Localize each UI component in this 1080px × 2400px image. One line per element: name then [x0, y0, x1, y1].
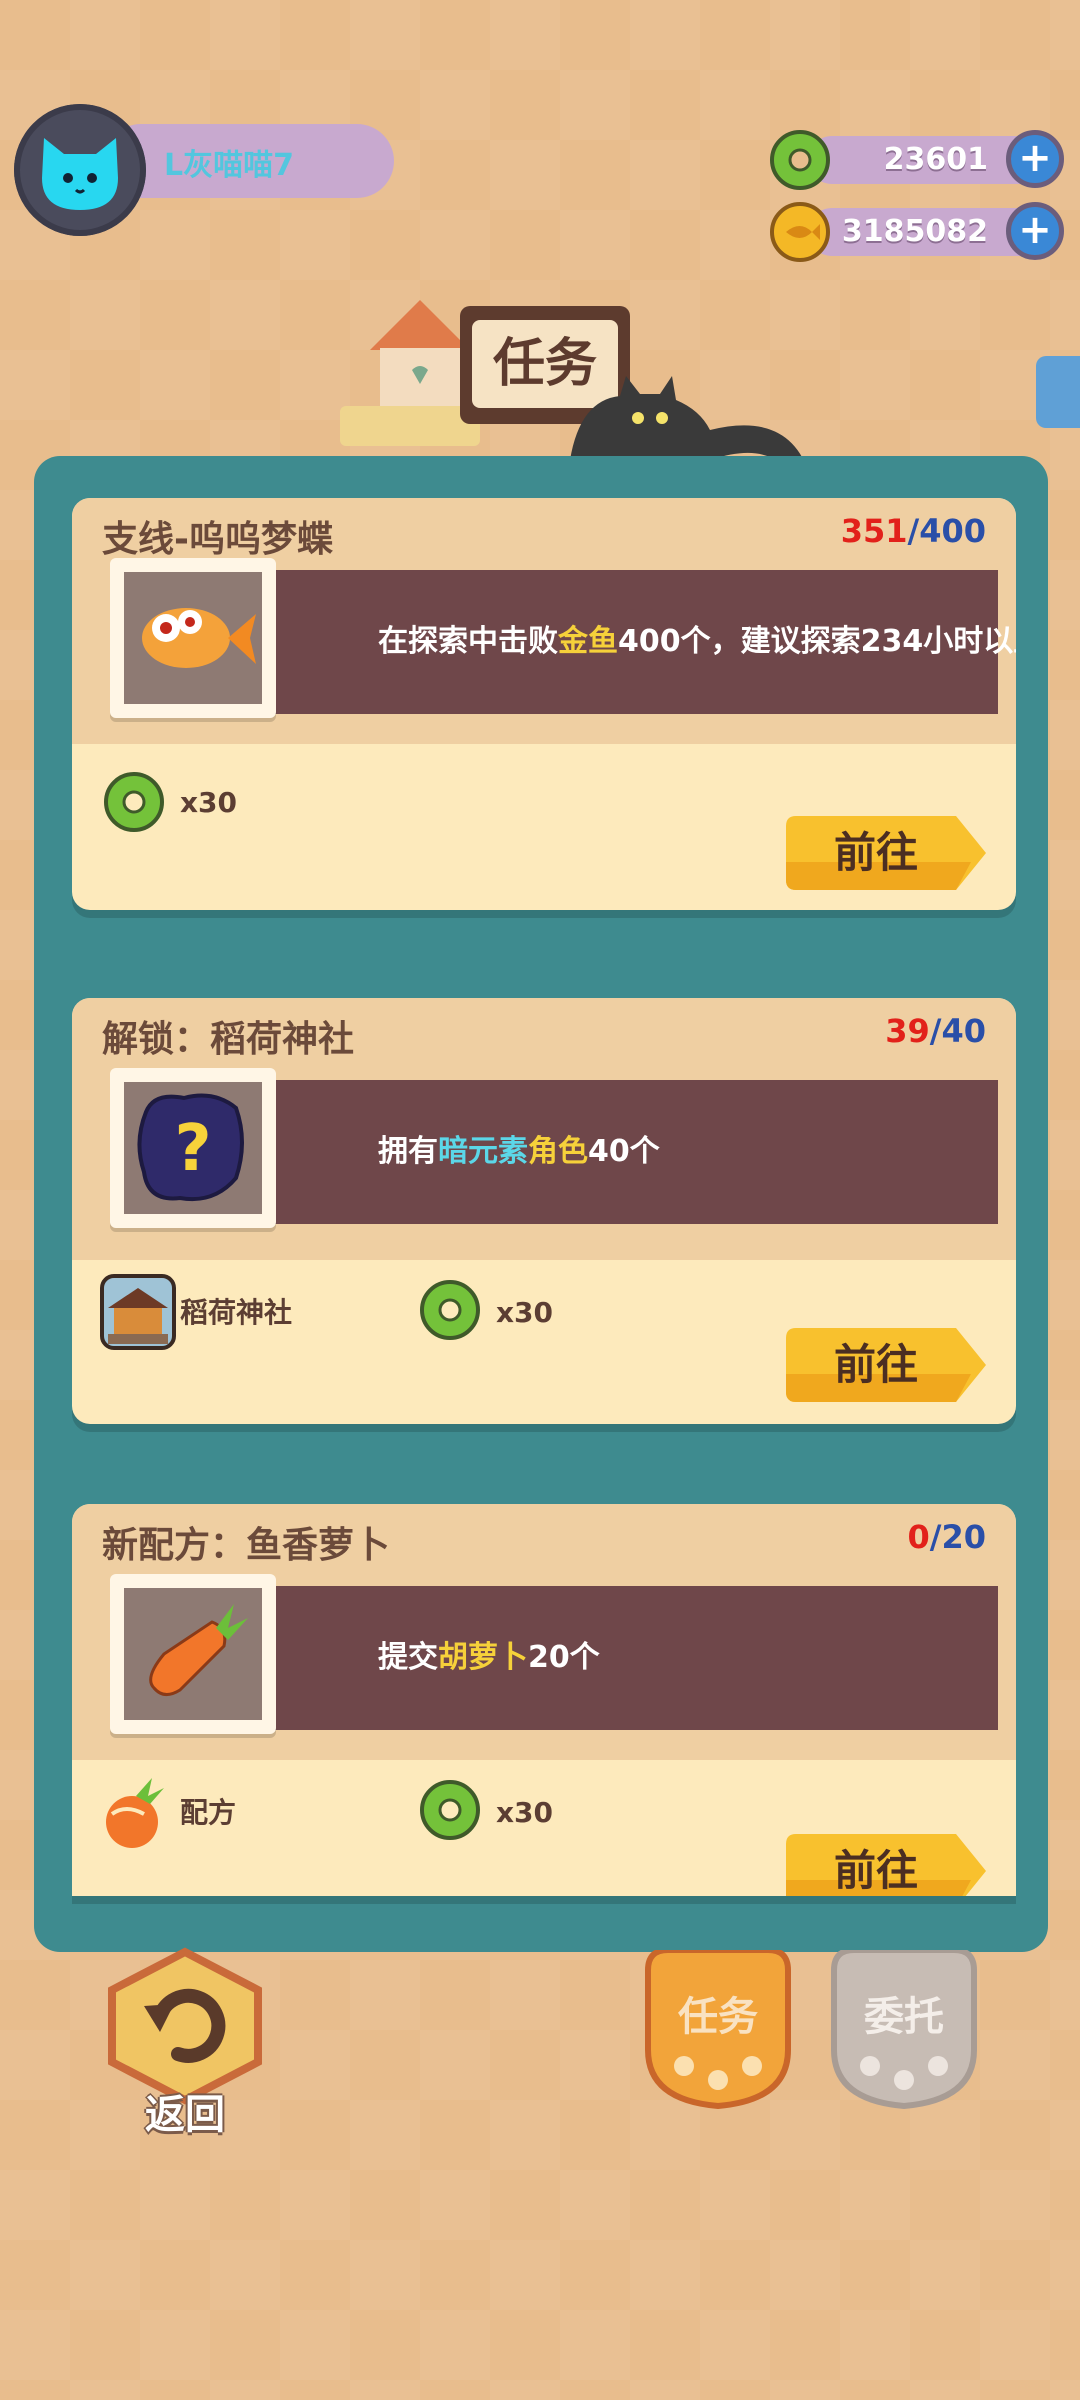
- progress-total: 400: [919, 512, 986, 550]
- mystery-question-icon: ?: [137, 1093, 244, 1202]
- tab-task[interactable]: 任务: [638, 1947, 798, 2110]
- back-button-label: 返回: [145, 2092, 225, 2138]
- currency-value: 3185082: [841, 214, 988, 249]
- progress-current: 0: [907, 1518, 930, 1556]
- side-tab[interactable]: [1036, 356, 1080, 428]
- title-sign-area: 任务: [340, 290, 820, 476]
- back-button[interactable]: 返回: [100, 1946, 270, 2138]
- task-thumbnail: [110, 1574, 276, 1734]
- task-description-box: 在探索中击败金鱼400个，建议探索234小时以上: [268, 570, 1016, 714]
- reward-amount: x30: [180, 786, 238, 819]
- task-title: 解锁：稻荷神社: [102, 1019, 355, 1060]
- green-donut-coin-icon: [420, 1780, 480, 1840]
- reward-amount: x30: [496, 1796, 554, 1829]
- tab-commission-label: 委托: [864, 1994, 944, 2040]
- player-name-bar: L灰喵喵7: [104, 124, 394, 198]
- task-description: 在探索中击败金鱼400个，建议探索234小时以上: [378, 624, 1016, 659]
- go-button-label: 前往: [833, 1340, 918, 1389]
- currency-value: 23601: [883, 142, 988, 177]
- recipe-icon: [106, 1778, 164, 1848]
- progress-current: 351: [840, 512, 908, 550]
- gold-fish-coin-icon: [770, 202, 830, 262]
- progress-total: 40: [941, 1012, 986, 1050]
- add-currency-button[interactable]: +: [1006, 130, 1064, 188]
- avatar-frame[interactable]: [14, 104, 146, 236]
- task-title: 支线-呜呜梦蝶: [102, 519, 333, 560]
- cat-avatar-icon: [42, 138, 118, 210]
- reward-label: 配方: [180, 1796, 237, 1829]
- books-icon: [340, 406, 480, 446]
- go-button[interactable]: 前往: [786, 1834, 986, 1896]
- go-button[interactable]: 前往: [786, 1328, 986, 1402]
- task-description-box: 提交胡萝卜20个: [268, 1586, 998, 1730]
- task-thumbnail: ?: [110, 1068, 276, 1228]
- currency-gold: 3185082 +: [768, 200, 1068, 264]
- reward-amount: x30: [496, 1296, 554, 1329]
- task-description: 拥有暗元素角色40个: [378, 1134, 660, 1169]
- task-title: 新配方：鱼香萝卜: [102, 1525, 391, 1566]
- task-description-box: 拥有暗元素角色40个: [268, 1080, 998, 1224]
- progress-total: 20: [941, 1518, 986, 1556]
- task-card: 解锁：稻荷神社 39/40 拥有暗元素角色40个 ? 稻荷神社 x30 前往: [72, 998, 1016, 1424]
- task-progress: 0/20: [907, 1518, 986, 1556]
- task-progress: 39/40: [885, 1012, 986, 1050]
- green-donut-coin-icon: [420, 1280, 480, 1340]
- add-currency-button[interactable]: +: [1006, 202, 1064, 260]
- player-name: L灰喵喵7: [164, 148, 294, 183]
- svg-text:?: ?: [174, 1112, 211, 1186]
- go-button-label: 前往: [833, 828, 918, 877]
- go-button-label: 前往: [833, 1846, 918, 1895]
- task-progress: 351/400: [840, 512, 986, 550]
- tab-task-label: 任务: [678, 1994, 758, 2040]
- green-donut-coin-icon: [770, 130, 830, 190]
- task-description: 提交胡萝卜20个: [378, 1640, 600, 1675]
- carrot-icon: [149, 1604, 248, 1696]
- progress-current: 39: [885, 1012, 930, 1050]
- currency-donut: 23601 +: [768, 128, 1068, 192]
- task-card: 支线-呜呜梦蝶 351/400 在探索中击败金鱼400个，建议探索234小时以上…: [72, 498, 1016, 910]
- tab-commission[interactable]: 委托: [824, 1947, 984, 2110]
- goldfish-icon: [142, 608, 256, 668]
- green-donut-coin-icon: [104, 772, 164, 832]
- task-card: 新配方：鱼香萝卜 0/20 提交胡萝卜20个 配方 x30 前往: [72, 1504, 1016, 1896]
- player-header[interactable]: L灰喵喵7: [14, 104, 394, 244]
- reward-label: 稻荷神社: [180, 1296, 293, 1329]
- shrine-icon: [100, 1274, 176, 1350]
- go-button[interactable]: 前往: [786, 816, 986, 890]
- task-thumbnail: [110, 558, 276, 718]
